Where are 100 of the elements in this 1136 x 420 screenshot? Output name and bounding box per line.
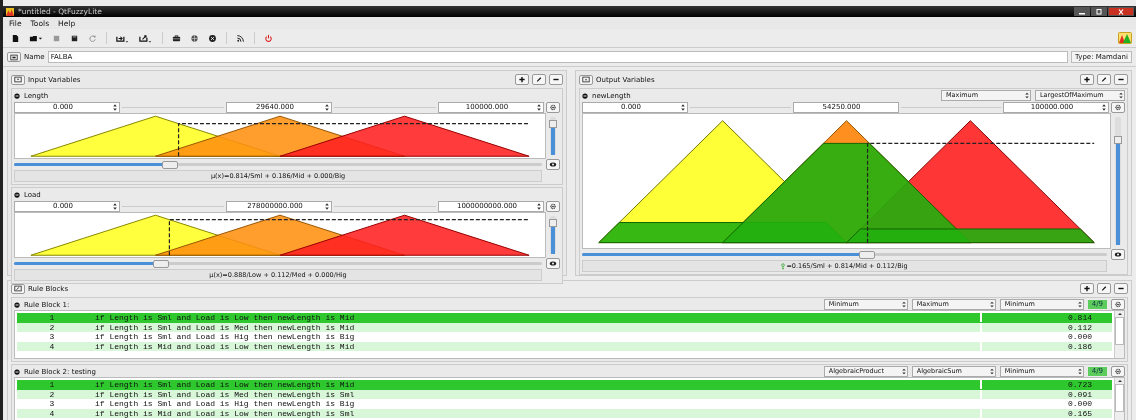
collapse-icon[interactable] xyxy=(582,92,588,99)
up-arrow-icon[interactable] xyxy=(1116,379,1123,383)
edit-button[interactable] xyxy=(1097,283,1111,294)
rule-row[interactable]: 1 if Length is Sml and Load is Low then newLength is Mid 0.723 xyxy=(17,380,1112,390)
up-arrow-icon[interactable] xyxy=(1116,312,1123,316)
slider-handle[interactable] xyxy=(152,260,169,268)
settings-button[interactable] xyxy=(546,200,560,212)
rule-number: 3 xyxy=(48,332,56,342)
name-toggle-button[interactable] xyxy=(7,52,21,62)
collapse-button[interactable] xyxy=(11,283,25,294)
value-slider[interactable] xyxy=(14,163,542,166)
settings-button[interactable] xyxy=(1111,366,1125,377)
scrollbar[interactable] xyxy=(1114,311,1124,358)
plus-icon xyxy=(518,76,526,83)
slider-handle[interactable] xyxy=(549,119,557,128)
circle-x-icon[interactable] xyxy=(208,33,217,43)
pencil-icon xyxy=(1100,76,1108,83)
minus-icon xyxy=(1117,285,1125,292)
close-icon xyxy=(1116,8,1126,15)
add-button[interactable] xyxy=(1080,283,1094,294)
gear-icon xyxy=(1114,301,1122,308)
gear-icon xyxy=(549,103,557,111)
add-button[interactable] xyxy=(1080,74,1094,85)
power-icon[interactable] xyxy=(264,33,273,43)
new-file-icon[interactable] xyxy=(11,33,20,43)
eye-icon xyxy=(1114,251,1122,258)
save-as-icon[interactable] xyxy=(70,33,79,43)
rule-row[interactable]: 4 if Length is Mid and Load is Low then newLength is Mid 0.186 xyxy=(17,341,1112,351)
spin-arrows-icon[interactable] xyxy=(112,102,118,112)
view-button[interactable] xyxy=(1111,249,1125,260)
spin-arrows-icon[interactable] xyxy=(1101,102,1107,112)
app-icon xyxy=(6,7,14,16)
spin-arrows-icon[interactable] xyxy=(324,102,330,112)
fuzzy-logo-icon xyxy=(1118,32,1132,44)
updown-icon xyxy=(1076,367,1083,376)
view-button[interactable] xyxy=(546,159,560,170)
rule-row[interactable]: 1 if Length is Sml and Load is Low then newLength is Mid 0.814 xyxy=(17,313,1112,323)
rule-number: 4 xyxy=(48,341,56,351)
vertical-slider[interactable] xyxy=(1115,117,1121,245)
minimize-button[interactable] xyxy=(1074,7,1090,16)
view-button[interactable] xyxy=(546,258,560,269)
edit-button[interactable] xyxy=(1097,74,1111,85)
rule-activation: 0.186 xyxy=(980,341,1112,351)
vertical-slider[interactable] xyxy=(550,216,556,254)
spin-arrows-icon[interactable] xyxy=(680,102,686,112)
rule-number: 3 xyxy=(48,399,56,409)
collapse-button[interactable] xyxy=(579,74,593,85)
updown-icon xyxy=(1076,300,1083,309)
edit-button[interactable] xyxy=(532,74,546,85)
collapse-icon[interactable] xyxy=(14,301,20,308)
folder-icon[interactable] xyxy=(29,33,43,43)
export-icon[interactable] xyxy=(139,33,153,43)
settings-button[interactable] xyxy=(546,101,560,113)
toolbox-icon[interactable] xyxy=(172,33,181,43)
scrollbar-thumb[interactable] xyxy=(1115,384,1124,412)
rule-activation: 0.165 xyxy=(980,408,1112,418)
maximize-button[interactable] xyxy=(1091,7,1107,16)
rule-text: if Length is Mid and Load is Low then newLength is Mid xyxy=(95,341,356,351)
pencil-icon xyxy=(1100,285,1108,292)
eye-icon xyxy=(549,260,557,267)
scrollbar-thumb[interactable] xyxy=(1115,317,1124,345)
slider-handle[interactable] xyxy=(549,218,557,227)
frame-icon xyxy=(14,76,22,83)
rule-text: if Length is Sml and Load is Med then newLength is Mid xyxy=(95,322,356,332)
spin-arrows-icon[interactable] xyxy=(536,201,542,211)
add-button[interactable] xyxy=(515,74,529,85)
spin-arrows-icon[interactable] xyxy=(112,201,118,211)
rule-number: 4 xyxy=(48,408,56,418)
collapse-icon[interactable] xyxy=(14,191,20,198)
rule-text: if Length is Sml and Load is Hig then newLength is Big xyxy=(95,399,356,409)
collapse-icon[interactable] xyxy=(14,368,20,375)
gear-icon xyxy=(1114,103,1122,111)
output-icon xyxy=(781,262,786,270)
settings-button[interactable] xyxy=(1111,299,1125,310)
slider-handle[interactable] xyxy=(162,161,179,169)
plus-icon xyxy=(1083,285,1091,292)
rule-row[interactable]: 4 if Length is Mid and Load is Low then newLength is Sml 0.165 xyxy=(17,408,1112,418)
remove-button[interactable] xyxy=(1114,283,1128,294)
settings-button[interactable] xyxy=(1111,101,1125,113)
value-slider[interactable] xyxy=(582,253,1107,256)
spin-arrows-icon[interactable] xyxy=(324,201,330,211)
collapse-icon[interactable] xyxy=(14,92,20,99)
collapse-button[interactable] xyxy=(11,74,25,85)
remove-button[interactable] xyxy=(549,74,563,85)
globe-icon[interactable] xyxy=(190,33,199,43)
value-slider[interactable] xyxy=(14,262,542,265)
rule-text: if Length is Mid and Load is Low then newLength is Sml xyxy=(95,408,356,418)
maximize-icon xyxy=(1094,8,1104,15)
slider-handle[interactable] xyxy=(858,251,875,259)
updown-icon xyxy=(1118,91,1124,100)
gear-icon xyxy=(549,202,557,210)
close-button[interactable] xyxy=(1108,7,1134,16)
slider-handle[interactable] xyxy=(1114,136,1122,145)
vertical-slider[interactable] xyxy=(550,117,556,155)
spin-arrows-icon[interactable] xyxy=(536,102,542,112)
gear-icon xyxy=(1114,368,1122,375)
remove-button[interactable] xyxy=(1114,74,1128,85)
scrollbar[interactable] xyxy=(1114,378,1124,420)
pencil-icon xyxy=(535,76,543,83)
rss-icon[interactable] xyxy=(236,33,245,43)
